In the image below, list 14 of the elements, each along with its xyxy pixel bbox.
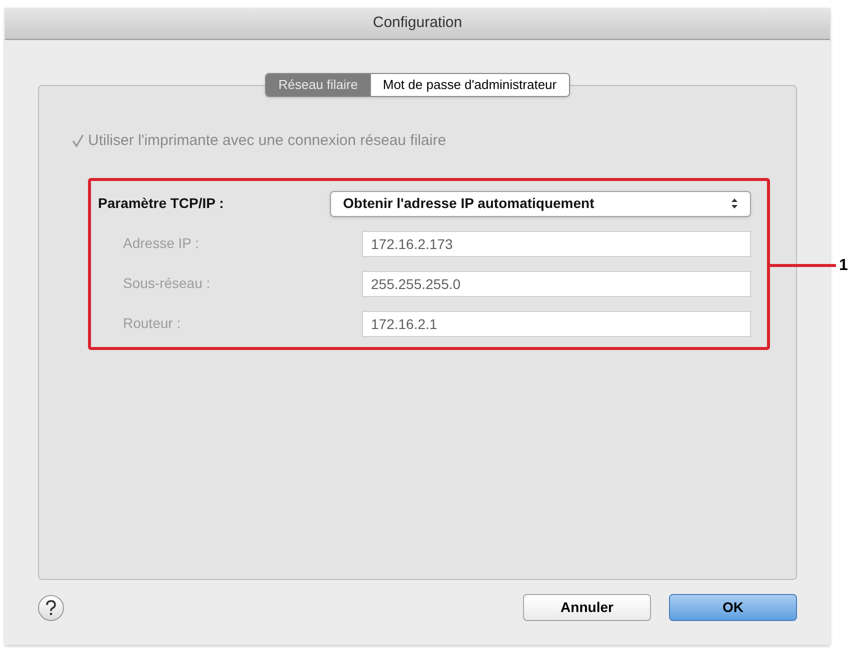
callout-number: 1 (839, 256, 848, 276)
checkbox-label: Utiliser l'imprimante avec une connexion réseau filaire (88, 131, 446, 151)
ok-button[interactable]: OK (669, 594, 797, 621)
checkmark-icon (70, 134, 84, 148)
field-label: Adresse IP : (122, 234, 200, 253)
tcpip-label: Paramètre TCP/IP : (98, 194, 225, 213)
window-title: Configuration (372, 13, 462, 34)
stepper-arrows-icon (731, 198, 738, 209)
field-label: Sous-réseau : (122, 274, 212, 293)
cancel-button[interactable]: Annuler (523, 594, 651, 621)
help-icon[interactable] (38, 594, 64, 620)
field-label: Routeur : (122, 314, 182, 333)
tcpip-dropdown[interactable]: Obtenir l'adresse IP automatiquement (330, 190, 751, 216)
tab[interactable]: Mot de passe d'administrateur (370, 74, 569, 96)
